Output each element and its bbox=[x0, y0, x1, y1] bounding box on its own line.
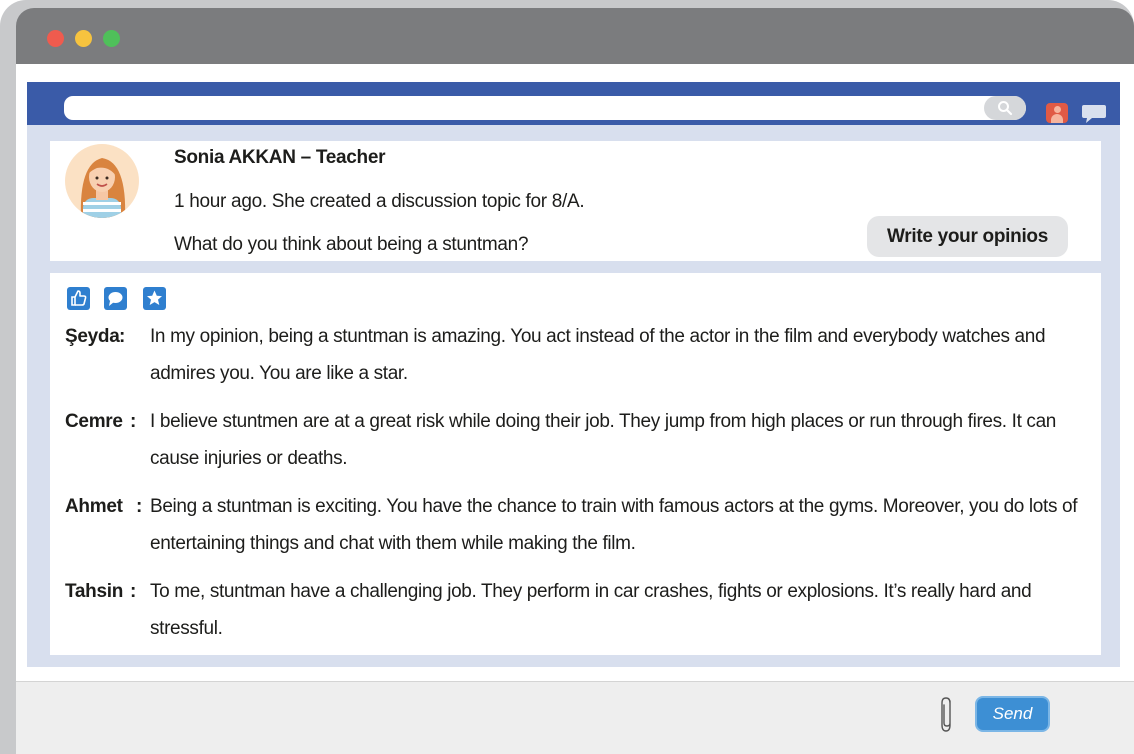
comment-colon: : bbox=[136, 496, 143, 517]
comment-text: I believe stuntmen are at a great risk w… bbox=[150, 411, 1057, 469]
maximize-window-button[interactable] bbox=[103, 30, 120, 47]
comment-text: In my opinion, being a stuntman is amazi… bbox=[150, 326, 1046, 384]
post-author: Sonia AKKAN – Teacher bbox=[174, 147, 386, 168]
compose-bar bbox=[16, 681, 1134, 754]
thumbs-up-icon[interactable] bbox=[67, 287, 90, 310]
post-meta: 1 hour ago. She created a discussion top… bbox=[174, 191, 585, 212]
search-icon bbox=[998, 101, 1013, 116]
send-button[interactable]: Send bbox=[975, 696, 1050, 732]
comment-author: Cemre bbox=[65, 411, 123, 432]
comment-colon: : bbox=[119, 326, 126, 347]
post-topic: What do you think about being a stuntman… bbox=[174, 234, 529, 255]
comment-colon: : bbox=[130, 581, 137, 602]
comment-author: Şeyda bbox=[65, 326, 120, 347]
profile-icon[interactable] bbox=[1046, 103, 1068, 123]
paperclip-icon[interactable] bbox=[939, 695, 955, 735]
search-input[interactable] bbox=[64, 96, 1026, 120]
comment-text: Being a stuntman is exciting. You have t… bbox=[150, 496, 1078, 554]
comment-text: To me, stuntman have a challenging job. … bbox=[150, 581, 1032, 639]
comment-author: Tahsin bbox=[65, 581, 124, 602]
search-button[interactable] bbox=[984, 96, 1026, 120]
close-window-button[interactable] bbox=[47, 30, 64, 47]
comment-colon: : bbox=[130, 411, 137, 432]
chat-icon[interactable] bbox=[1081, 103, 1107, 125]
window-titlebar bbox=[16, 8, 1134, 64]
star-icon[interactable] bbox=[143, 287, 166, 310]
minimize-window-button[interactable] bbox=[75, 30, 92, 47]
comment-author: Ahmet bbox=[65, 496, 123, 517]
teacher-avatar bbox=[65, 144, 139, 218]
write-opinion-button[interactable]: Write your opinios bbox=[867, 216, 1068, 257]
comment-icon[interactable] bbox=[104, 287, 127, 310]
